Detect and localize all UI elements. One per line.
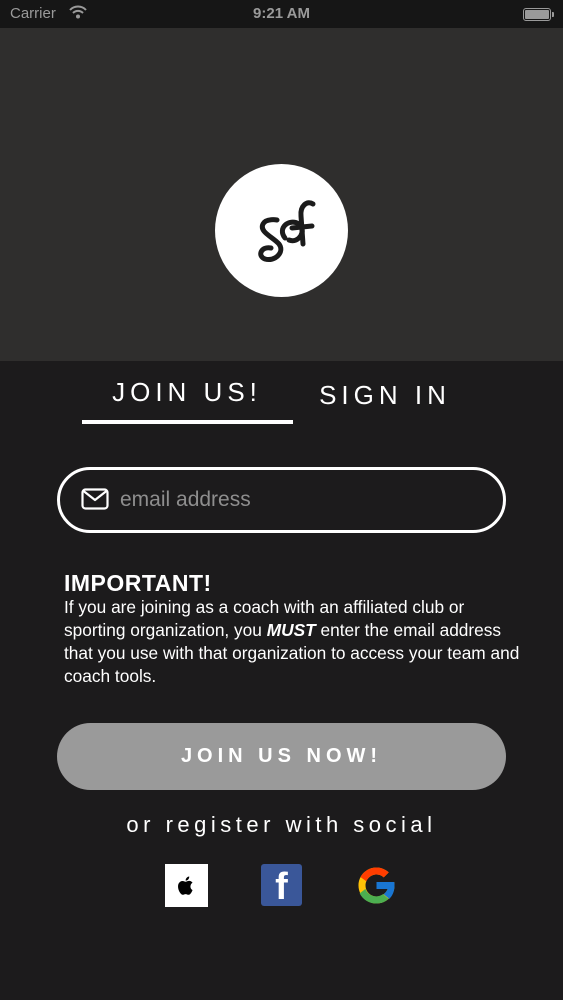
important-notice: IMPORTANT! If you are joining as a coach… [64, 570, 524, 688]
auth-tabs: JOIN US! SIGN IN [0, 361, 563, 431]
email-input[interactable] [120, 480, 490, 520]
notice-heading: IMPORTANT! [64, 570, 212, 596]
facebook-signin-button[interactable]: f [261, 864, 302, 908]
status-time: 9:21 AM [253, 5, 310, 22]
apple-icon [178, 876, 193, 895]
facebook-icon: f [275, 866, 288, 908]
email-field-container[interactable] [57, 467, 506, 533]
apple-signin-button[interactable] [165, 864, 208, 907]
tab-join-us[interactable]: JOIN US! [82, 377, 292, 408]
notice-text: If you are joining as a coach with an af… [64, 596, 524, 688]
app-logo [215, 164, 348, 297]
hero-banner [0, 28, 563, 361]
join-us-now-button[interactable]: JOIN US NOW! [57, 723, 506, 790]
google-signin-button[interactable] [353, 862, 400, 909]
mail-icon [81, 488, 109, 515]
battery-icon [523, 8, 554, 21]
status-bar: Carrier 9:21 AM [0, 0, 563, 28]
social-register-label: or register with social [126, 812, 437, 837]
sgf-logo-icon [258, 200, 316, 263]
notice-emphasis: MUST [266, 620, 316, 640]
tab-sign-in[interactable]: SIGN IN [300, 380, 470, 411]
google-icon [358, 867, 396, 904]
active-tab-indicator [82, 420, 293, 424]
